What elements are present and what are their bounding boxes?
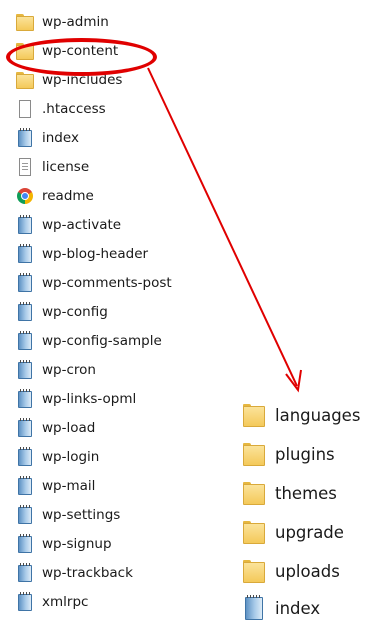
annotation-arrow xyxy=(147,67,302,393)
arrow-shaft xyxy=(147,67,298,387)
